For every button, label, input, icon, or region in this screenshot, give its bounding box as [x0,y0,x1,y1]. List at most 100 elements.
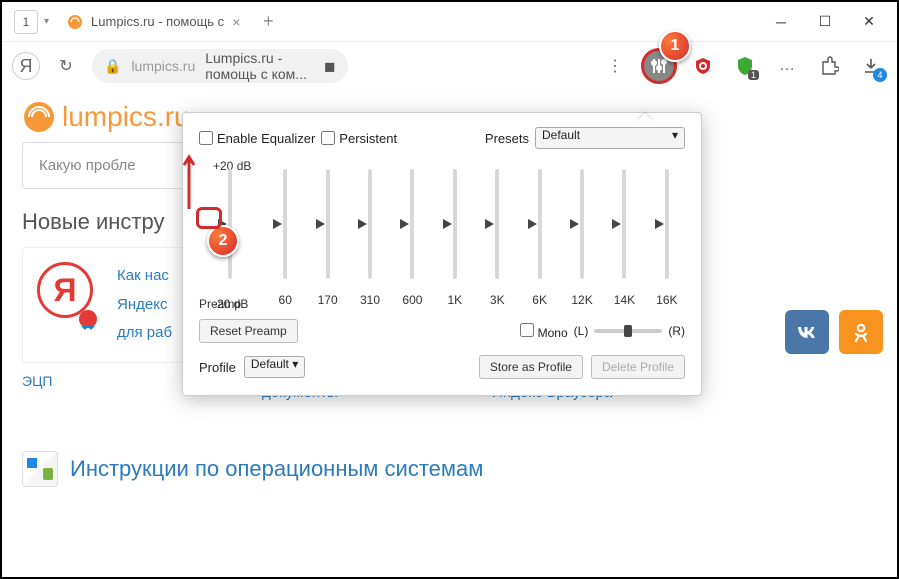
article-line3: для раб [117,319,172,348]
band-310: 310 [352,159,388,311]
band-6k: 6K [521,159,557,311]
profile-label: Profile [199,360,236,375]
slider-310[interactable] [368,169,372,279]
preamp-column: +20 dB 2 -20 dB Preamp [199,159,261,311]
balance-slider[interactable] [594,329,662,333]
maximize-button[interactable]: ☐ [803,7,847,37]
lumpics-favicon-icon [67,14,83,30]
thumb-6k[interactable] [527,218,539,230]
store-profile-button[interactable]: Store as Profile [479,355,583,379]
thumb-1k[interactable] [442,218,454,230]
freq-14k: 14K [614,293,635,307]
freq-12k: 12K [571,293,592,307]
equalizer-extension-button[interactable]: 1 [641,48,677,84]
article-line1: Как нас [117,262,172,291]
slider-60[interactable] [283,169,287,279]
freq-170: 170 [318,293,338,307]
menu-vdots-icon[interactable]: ⋮ [599,50,631,82]
shield-badge: 1 [748,70,759,80]
eq-bottom-row: Profile Default ▾ Store as Profile Delet… [199,355,685,379]
thumb-170[interactable] [315,218,327,230]
ublock-icon[interactable] [687,50,719,82]
close-icon[interactable]: × [232,14,240,30]
slider-6k[interactable] [538,169,542,279]
band-16k: 16K [649,159,685,311]
thumb-14k[interactable] [611,218,623,230]
thumb-60[interactable] [272,218,284,230]
yandex-home-icon[interactable]: Я [12,52,40,80]
enable-equalizer-checkbox[interactable]: Enable Equalizer [199,131,315,146]
slider-3k[interactable] [495,169,499,279]
url-page-title: Lumpics.ru - помощь с ком... [205,50,314,82]
slider-12k[interactable] [580,169,584,279]
minimize-button[interactable]: ─ [759,7,803,37]
address-bar-row: Я ↻ 🔒 lumpics.ru Lumpics.ru - помощь с к… [2,42,897,90]
profile-select[interactable]: Default ▾ [244,356,305,378]
thumb-310[interactable] [357,218,369,230]
balance-R: (R) [668,324,685,338]
os-icon [22,451,58,487]
vk-button[interactable] [785,310,829,354]
thumb-16k[interactable] [654,218,666,230]
band-3k: 3K [479,159,515,311]
slider-600[interactable] [410,169,414,279]
band-12k: 12K [564,159,600,311]
link-ecp[interactable]: ЭЦП [22,373,52,389]
eq-middle-row: Reset Preamp Mono (L) (R) [199,319,685,343]
logo-text: lumpics.ru [62,101,190,133]
extensions-icon[interactable] [813,50,845,82]
freq-310: 310 [360,293,380,307]
enable-equalizer-label: Enable Equalizer [217,131,315,146]
thumb-600[interactable] [399,218,411,230]
slider-14k[interactable] [622,169,626,279]
balance-thumb[interactable] [624,325,632,337]
band-1k: 1K [437,159,473,311]
bookmark-icon[interactable]: ◼ [324,58,336,75]
band-600: 600 [394,159,430,311]
preamp-slider[interactable] [228,169,232,279]
downloads-icon[interactable]: 4 [855,50,887,82]
lock-icon: 🔒 [104,58,121,75]
freq-6k: 6K [532,293,547,307]
heading-os[interactable]: Инструкции по операционным системам [22,451,877,487]
ok-button[interactable] [839,310,883,354]
slider-16k[interactable] [665,169,669,279]
more-hdots-icon[interactable]: … [771,50,803,82]
presets-select[interactable]: Default▾ [535,127,685,149]
callout-2: 2 [207,225,239,257]
chevron-down-icon[interactable]: ▾ [44,16,49,27]
persistent-label: Persistent [339,131,397,146]
slider-170[interactable] [326,169,330,279]
reset-preamp-button[interactable]: Reset Preamp [199,319,298,343]
thumb-12k[interactable] [569,218,581,230]
mono-checkbox[interactable]: Mono [520,323,567,340]
address-bar[interactable]: 🔒 lumpics.ru Lumpics.ru - помощь с ком..… [92,49,348,83]
callout-1: 1 [659,30,691,62]
persistent-checkbox[interactable]: Persistent [321,131,397,146]
new-tab-button[interactable]: + [254,8,282,36]
band-60: 60 [267,159,303,311]
heading-os-text: Инструкции по операционным системам [70,456,483,482]
freq-16k: 16K [656,293,677,307]
protect-icon[interactable]: 1 [729,50,761,82]
browser-tab[interactable]: Lumpics.ru - помощь с × [57,6,250,38]
article-thumb: Я [37,262,101,326]
eq-sliders: +20 dB 2 -20 dB Preamp 60 170 310 600 1K… [199,159,685,311]
titlebar: 1 ▾ Lumpics.ru - помощь с × + ─ ☐ ✕ [2,2,897,42]
downloads-badge: 4 [873,68,887,82]
reload-icon[interactable]: ↻ [50,50,82,82]
db-bot-label: -20 dB [213,297,248,311]
band-14k: 14K [606,159,642,311]
close-window-button[interactable]: ✕ [847,7,891,37]
freq-3k: 3K [490,293,505,307]
article-line2: Яндекс [117,291,172,320]
url-domain: lumpics.ru [131,58,195,74]
tab-counter[interactable]: 1 [14,10,38,34]
delete-profile-button: Delete Profile [591,355,685,379]
slider-1k[interactable] [453,169,457,279]
tab-title: Lumpics.ru - помощь с [91,14,224,29]
equalizer-popup: Enable Equalizer Persistent Presets Defa… [182,112,702,396]
presets-label: Presets [485,131,529,146]
profile-value: Default [251,357,289,371]
thumb-3k[interactable] [484,218,496,230]
